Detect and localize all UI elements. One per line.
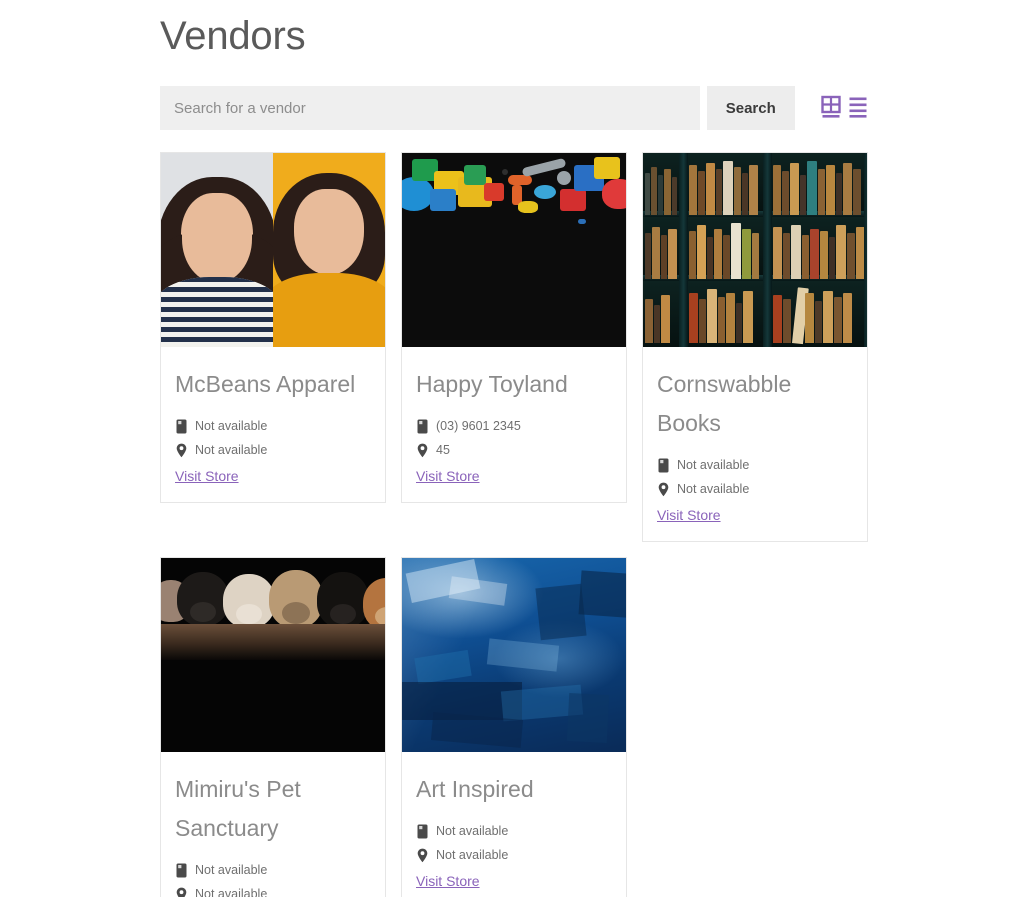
mobile-phone-icon (417, 419, 428, 433)
search-button[interactable]: Search (706, 86, 795, 130)
vendor-phone: Not available (195, 419, 268, 433)
vendor-name: Cornswabble Books (657, 371, 792, 436)
vendors-page: Vendors Search for a vendor Search McBea… (0, 0, 1024, 897)
vendor-phone: Not available (195, 863, 268, 877)
vendor-name: Mimiru's Pet Sanctuary (175, 776, 301, 841)
vendor-location: Not available (195, 443, 268, 457)
map-pin-icon (417, 443, 428, 457)
list-view-button[interactable] (848, 95, 870, 121)
vendor-location: Not available (195, 887, 268, 897)
vendor-phone: (03) 9601 2345 (436, 419, 521, 433)
abstract-paint-art (402, 558, 626, 752)
vendor-phone: Not available (436, 824, 509, 838)
toys-photo-art (402, 153, 626, 347)
vendor-image (402, 153, 626, 347)
vendor-card-body: McBeans Apparel Not available Not availa… (161, 347, 385, 502)
visit-store-link[interactable]: Visit Store (657, 507, 721, 523)
vendor-card[interactable]: McBeans Apparel Not available Not availa… (160, 152, 386, 503)
vendor-search-bar: Search (160, 86, 870, 130)
vendor-phone-row: Not available (175, 418, 371, 434)
vendor-location: Not available (677, 482, 750, 496)
vendor-image (402, 558, 626, 752)
map-pin-icon (658, 482, 669, 496)
vendor-location-row: Not available (175, 886, 371, 897)
vendor-card-body: Happy Toyland (03) 9601 2345 45 Visit St… (402, 347, 626, 502)
books-photo-art (643, 153, 867, 347)
search-input[interactable] (160, 86, 700, 130)
vendor-image (161, 153, 385, 347)
visit-store-link[interactable]: Visit Store (416, 873, 480, 889)
vendor-location-row: 45 (416, 442, 612, 458)
puppies-photo-art (161, 558, 385, 752)
mobile-phone-icon (176, 419, 187, 433)
vendor-location: Not available (436, 848, 509, 862)
vendor-card[interactable]: Happy Toyland (03) 9601 2345 45 Visit St… (401, 152, 627, 503)
vendor-location-row: Not available (657, 481, 853, 497)
vendor-card-body: Mimiru's Pet Sanctuary Not available Not… (161, 752, 385, 897)
map-pin-icon (417, 848, 428, 862)
vendor-card[interactable]: Cornswabble Books Not available Not avai… (642, 152, 868, 542)
map-pin-icon (176, 887, 187, 897)
vendor-card[interactable]: Mimiru's Pet Sanctuary Not available Not… (160, 557, 386, 897)
vendor-card-grid: McBeans Apparel Not available Not availa… (160, 152, 870, 897)
vendor-card-body: Cornswabble Books Not available Not avai… (643, 347, 867, 541)
apparel-photo-art (161, 153, 385, 347)
vendor-card-body: Art Inspired Not available Not available… (402, 752, 626, 897)
page-title: Vendors (160, 14, 306, 58)
list-icon (849, 97, 867, 118)
visit-store-link[interactable]: Visit Store (175, 468, 239, 484)
vendor-name: Happy Toyland (416, 371, 568, 397)
vendor-phone-row: Not available (175, 862, 371, 878)
mobile-phone-icon (176, 863, 187, 877)
vendor-name: Art Inspired (416, 776, 534, 802)
vendor-location-row: Not available (416, 847, 612, 863)
vendor-card[interactable]: Art Inspired Not available Not available… (401, 557, 627, 897)
vendor-phone-row: (03) 9601 2345 (416, 418, 612, 434)
grid-icon (821, 95, 841, 118)
map-pin-icon (176, 443, 187, 457)
vendor-image (161, 558, 385, 752)
vendor-phone-row: Not available (657, 457, 853, 473)
vendor-phone: Not available (677, 458, 750, 472)
vendor-name: McBeans Apparel (175, 371, 356, 397)
vendor-location-row: Not available (175, 442, 371, 458)
mobile-phone-icon (417, 824, 428, 838)
grid-view-button[interactable] (821, 95, 843, 121)
visit-store-link[interactable]: Visit Store (416, 468, 480, 484)
mobile-phone-icon (658, 458, 669, 472)
vendor-phone-row: Not available (416, 823, 612, 839)
vendor-location: 45 (436, 443, 450, 457)
view-toggle-group (821, 86, 870, 130)
page-content: Vendors Search for a vendor Search McBea… (160, 0, 870, 897)
vendor-image (643, 153, 867, 347)
